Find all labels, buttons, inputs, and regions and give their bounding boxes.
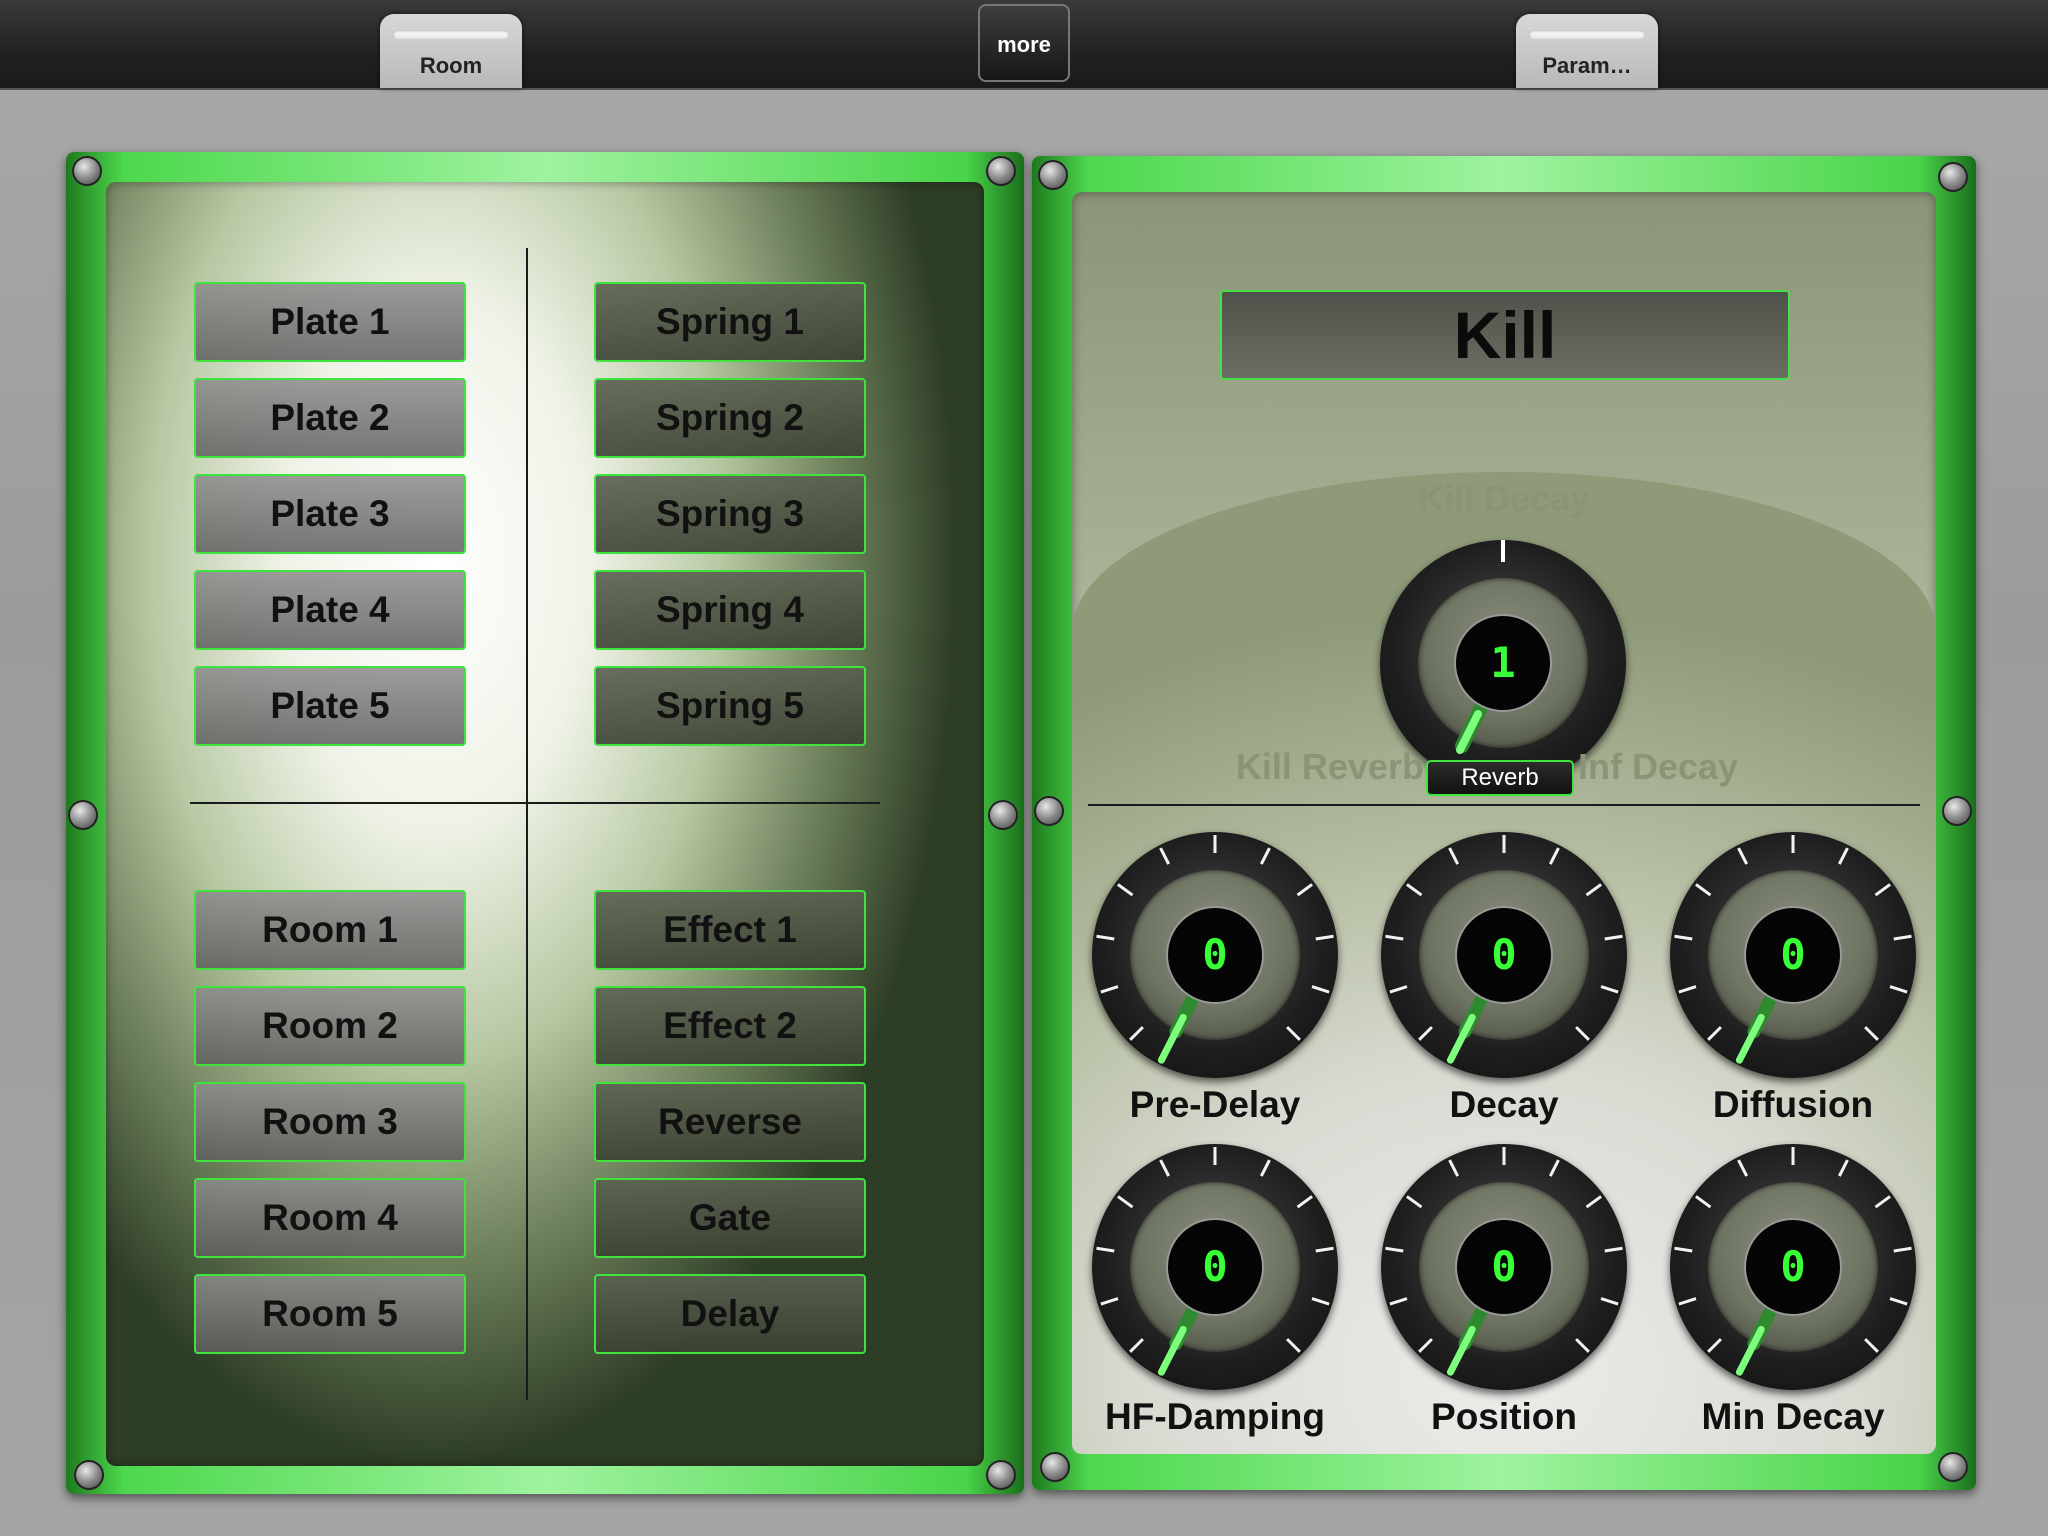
min-decay-label: Min Decay xyxy=(1701,1396,1885,1437)
min-decay-value: 0 xyxy=(1744,1218,1842,1316)
preset-panel: Plate 1 Plate 2 Plate 3 Plate 4 Plate 5 … xyxy=(66,152,1024,1494)
kill-decay-value: 1 xyxy=(1454,614,1552,712)
preset-room-3[interactable]: Room 3 xyxy=(194,1082,466,1162)
screw-icon xyxy=(74,1460,104,1490)
hf-damping-value: 0 xyxy=(1166,1218,1264,1316)
mode-display: Kill xyxy=(1220,290,1790,380)
min-decay-knob[interactable]: 0 xyxy=(1670,1144,1916,1390)
preset-room-1[interactable]: Room 1 xyxy=(194,890,466,970)
pre-delay-label: Pre-Delay xyxy=(1129,1084,1301,1125)
decay-value: 0 xyxy=(1455,906,1553,1004)
preset-gate[interactable]: Gate xyxy=(594,1178,866,1258)
preset-room-4[interactable]: Room 4 xyxy=(194,1178,466,1258)
screw-icon xyxy=(1942,796,1972,826)
screw-icon xyxy=(1034,796,1064,826)
tab-grip xyxy=(393,30,509,39)
screw-icon xyxy=(1040,1452,1070,1482)
preset-effect-2[interactable]: Effect 2 xyxy=(594,986,866,1066)
preset-spring-5[interactable]: Spring 5 xyxy=(594,666,866,746)
hf-damping-knob[interactable]: 0 xyxy=(1092,1144,1338,1390)
kill-reverb-label: Kill Reverb xyxy=(1235,746,1424,787)
preset-plate-5[interactable]: Plate 5 xyxy=(194,666,466,746)
kill-decay-label: Kill Decay xyxy=(1417,478,1591,519)
preset-room-2[interactable]: Room 2 xyxy=(194,986,466,1066)
pre-delay-knob[interactable]: 0 xyxy=(1092,832,1338,1078)
hf-damping-label: HF-Damping xyxy=(1105,1396,1325,1437)
screw-icon xyxy=(986,156,1016,186)
decay-knob[interactable]: 0 xyxy=(1381,832,1627,1078)
tab-grip xyxy=(1529,30,1645,39)
section-divider xyxy=(1088,804,1920,806)
parameter-panel: Kill Kill Decay 1 Kill Reverb Reverb Inf… xyxy=(1032,156,1976,1490)
tab-param-label: Param… xyxy=(1542,53,1632,78)
preset-spring-2[interactable]: Spring 2 xyxy=(594,378,866,458)
diffusion-value: 0 xyxy=(1744,906,1842,1004)
horizontal-divider xyxy=(190,802,880,804)
position-knob[interactable]: 0 xyxy=(1381,1144,1627,1390)
tab-param[interactable]: Param… xyxy=(1516,14,1658,88)
preset-effect-1[interactable]: Effect 1 xyxy=(594,890,866,970)
preset-plate-3[interactable]: Plate 3 xyxy=(194,474,466,554)
more-button[interactable]: more xyxy=(978,4,1070,82)
decay-label: Decay xyxy=(1449,1084,1559,1125)
preset-spring-1[interactable]: Spring 1 xyxy=(594,282,866,362)
reverb-badge[interactable]: Reverb xyxy=(1426,760,1574,796)
screw-icon xyxy=(1938,162,1968,192)
preset-plate-1[interactable]: Plate 1 xyxy=(194,282,466,362)
screw-icon xyxy=(68,800,98,830)
preset-delay[interactable]: Delay xyxy=(594,1274,866,1354)
screw-icon xyxy=(1038,160,1068,190)
preset-plate-4[interactable]: Plate 4 xyxy=(194,570,466,650)
diffusion-knob[interactable]: 0 xyxy=(1670,832,1916,1078)
diffusion-label: Diffusion xyxy=(1712,1084,1874,1125)
preset-room-5[interactable]: Room 5 xyxy=(194,1274,466,1354)
vertical-divider xyxy=(526,248,528,1400)
tab-room[interactable]: Room xyxy=(380,14,522,88)
preset-spring-4[interactable]: Spring 4 xyxy=(594,570,866,650)
parameter-panel-surface: Kill Kill Decay 1 Kill Reverb Reverb Inf… xyxy=(1072,192,1936,1454)
tab-room-label: Room xyxy=(419,53,483,78)
screw-icon xyxy=(988,800,1018,830)
pre-delay-value: 0 xyxy=(1166,906,1264,1004)
position-label: Position xyxy=(1431,1396,1577,1437)
screw-icon xyxy=(72,156,102,186)
screw-icon xyxy=(1938,1452,1968,1482)
position-value: 0 xyxy=(1455,1218,1553,1316)
top-bar: Room more Param… xyxy=(0,0,2048,90)
preset-spring-3[interactable]: Spring 3 xyxy=(594,474,866,554)
screw-icon xyxy=(986,1460,1016,1490)
preset-panel-surface: Plate 1 Plate 2 Plate 3 Plate 4 Plate 5 … xyxy=(106,182,984,1466)
preset-reverse[interactable]: Reverse xyxy=(594,1082,866,1162)
preset-plate-2[interactable]: Plate 2 xyxy=(194,378,466,458)
inf-decay-label: Inf Decay xyxy=(1578,746,1739,787)
